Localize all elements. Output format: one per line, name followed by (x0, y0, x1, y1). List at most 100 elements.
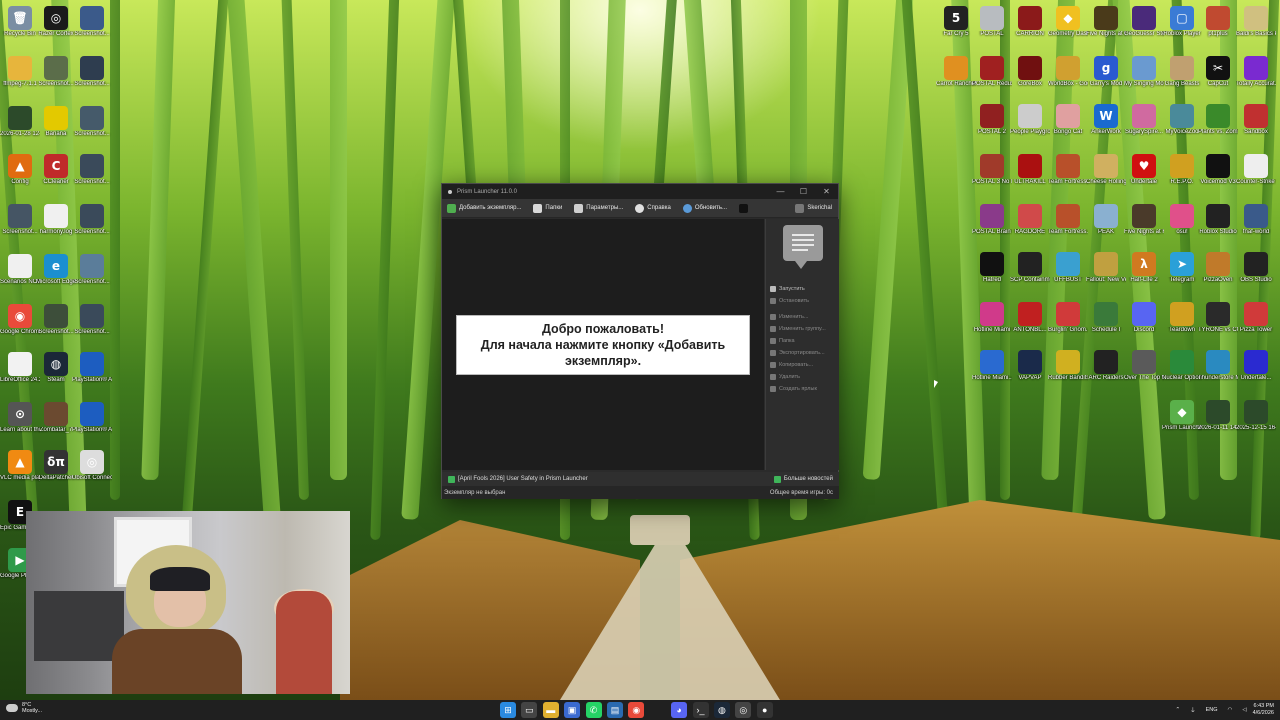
steam-icon[interactable]: ◍ (713, 702, 730, 718)
file-explorer-icon[interactable]: ▬ (542, 702, 559, 718)
desktop-icon[interactable]: ✂ CapCut (1198, 56, 1238, 88)
minimize-icon[interactable]: — (769, 187, 792, 196)
desktop-icon[interactable]: WorldBox - God Sim... (1048, 56, 1088, 88)
create-shortcut-button[interactable]: Создать ярлык (766, 383, 839, 395)
desktop-icon[interactable]: MyVoiceZoo (1162, 104, 1202, 136)
volume-icon[interactable]: ◁ (1242, 707, 1246, 713)
export-button[interactable]: Экспортировать... (766, 347, 839, 359)
desktop-icon[interactable]: 2026-01-28 12-31-07 (0, 106, 40, 138)
desktop-icon[interactable]: SCP Containme... (1010, 252, 1050, 284)
desktop-icon[interactable]: PlayStation® Accessories (72, 352, 112, 384)
desktop-icon[interactable]: 2025-12-15 16-27-40 (1236, 400, 1276, 432)
desktop-icon[interactable]: harmony.log (36, 204, 76, 236)
desktop-icon[interactable]: ➤ Telegram (1162, 252, 1202, 284)
desktop-icon[interactable]: SugarySpire... (1124, 104, 1164, 136)
desktop-icon[interactable]: POSTAL (972, 6, 1012, 38)
tray-overflow-icon[interactable]: ⌃ (1175, 707, 1180, 713)
discord-icon[interactable]: ◕ (671, 702, 688, 718)
desktop-icon[interactable]: Screenshot... (72, 6, 112, 38)
desktop-icon[interactable]: Totally Accurat... (1236, 56, 1276, 88)
stop-button[interactable]: Остановить (766, 295, 839, 307)
desktop-icon[interactable]: Discord (1124, 302, 1164, 334)
desktop-icon[interactable]: People Playground (1010, 104, 1050, 136)
desktop-icon[interactable]: Screenshot... (72, 56, 112, 88)
desktop-icon[interactable]: VAPVAP (1010, 350, 1050, 382)
desktop-icon[interactable]: Pizza Tower (1236, 302, 1276, 334)
desktop-icon[interactable]: Team Fortress 2 (1048, 154, 1088, 186)
terminal-icon[interactable]: ›_ (692, 702, 709, 718)
instances-area[interactable]: Добро пожаловать! Для начала нажмите кно… (442, 219, 764, 470)
desktop-icon[interactable]: W AnkerWork (1086, 104, 1126, 136)
desktop-icon[interactable]: ◆ Prism Launcher (1162, 400, 1202, 432)
desktop-icon[interactable]: Team Fortress... (1048, 204, 1088, 236)
desktop-icon[interactable]: 5 Far Cry 5 (936, 6, 976, 38)
desktop-icon[interactable]: ▢ Roblox Player (1162, 6, 1202, 38)
desktop-icon[interactable]: UFFBUST (1048, 252, 1088, 284)
desktop-icon[interactable]: 🗑 Recycle Bin (0, 6, 40, 38)
photos-icon[interactable]: ▤ (606, 702, 623, 718)
desktop-icon[interactable]: POSTAL Brain D... (972, 204, 1012, 236)
close-icon[interactable]: ✕ (815, 187, 838, 196)
news-item[interactable]: [April Fools 2026] User Safety in Prism … (448, 475, 588, 483)
desktop-icon[interactable]: ffmpeg-7.1.1 (0, 56, 40, 88)
desktop-icon[interactable]: Screenshot... (72, 204, 112, 236)
desktop-icon[interactable]: e Microsoft Edge (36, 254, 76, 286)
desktop-icon[interactable]: PEAK (1086, 204, 1126, 236)
desktop-icon[interactable]: Hotline Miami (972, 302, 1012, 334)
desktop-icon[interactable]: Over The Top WWI (1124, 350, 1164, 382)
desktop-icon[interactable]: δπ DeltaPatcher (36, 450, 76, 482)
desktop-icon[interactable]: fnaf-world (1236, 204, 1276, 236)
desktop-icon[interactable]: Baldi's Basics Plus (1236, 6, 1276, 38)
desktop-icon[interactable]: λ Half-Life 2 (1124, 252, 1164, 284)
desktop-icon[interactable]: Banana (36, 106, 76, 138)
folders-button[interactable]: Папки (533, 203, 562, 213)
desktop-icon[interactable]: Scenarios NOTEP... (0, 254, 40, 286)
desktop-icon[interactable]: Screenshot... (36, 56, 76, 88)
delete-button[interactable]: Удалить (766, 371, 839, 383)
microsoft-store-icon[interactable]: ▣ (564, 702, 581, 718)
desktop-icon[interactable]: TYRONE vs COPS (1198, 302, 1238, 334)
desktop-icon[interactable]: Schedule I (1086, 302, 1126, 334)
settings-button[interactable]: Параметры... (574, 203, 623, 213)
copy-button[interactable]: Копировать... (766, 359, 839, 371)
desktop-icon[interactable]: ▲ Config (0, 154, 40, 186)
desktop-icon[interactable]: Five Nights at Freddy's 3 (1086, 6, 1126, 38)
desktop-icon[interactable]: g Garry's Mod (1086, 56, 1126, 88)
desktop-icon[interactable]: R.E.P.O. (1162, 154, 1202, 186)
folder-button[interactable]: Папка (766, 335, 839, 347)
desktop-icon[interactable]: Thunderstore Mod Mana... (1198, 350, 1238, 382)
desktop-icon[interactable]: ◆ Geometry Dash (1048, 6, 1088, 38)
desktop-icon[interactable]: ARC Raiders (1086, 350, 1126, 382)
account-button[interactable]: Skerichal (795, 203, 832, 213)
desktop-icon[interactable]: Five Nights at Freddy's (1124, 204, 1164, 236)
desktop-icon[interactable]: Hatred (972, 252, 1012, 284)
desktop-icon[interactable]: LibreOffice 24.2 (0, 352, 40, 384)
whatsapp-icon[interactable]: ✆ (585, 702, 602, 718)
desktop-icon[interactable]: ♥ Undertale (1124, 154, 1164, 186)
clock[interactable]: 6:43 PM 4/6/2026 (1253, 703, 1274, 717)
desktop-icon[interactable]: Screenshot... (72, 154, 112, 186)
desktop-icon[interactable]: Roblox Studio (1198, 204, 1238, 236)
desktop-icon[interactable]: 2026-01-11 14-24-43 (1198, 400, 1238, 432)
desktop-icon[interactable]: Screenshot... (72, 106, 112, 138)
desktop-icon[interactable]: POSTAL Redux (972, 56, 1012, 88)
chrome-icon[interactable]: ◉ (628, 702, 645, 718)
launch-button[interactable]: Запустить (766, 283, 839, 295)
desktop-icon[interactable]: ◎ Razer Cortex (36, 6, 76, 38)
desktop-icon[interactable]: osu! (1162, 204, 1202, 236)
wifi-icon[interactable]: ◠ (1228, 707, 1233, 713)
desktop-icon[interactable]: pt1plus (1198, 6, 1238, 38)
desktop-icon[interactable]: Undertale... (1236, 350, 1276, 382)
desktop-icon[interactable]: Carrot Ranchers 2 (936, 56, 976, 88)
tray-app-icon[interactable]: ⏚ (1190, 706, 1196, 714)
desktop-icon[interactable]: ULTRAKILL (1010, 154, 1050, 186)
desktop-icon[interactable]: Teardown (1162, 302, 1202, 334)
desktop-icon[interactable]: My Singing Monsters (1124, 56, 1164, 88)
obs-icon[interactable]: ◎ (735, 702, 752, 718)
desktop-icon[interactable]: ⊙Learn about this picture (0, 402, 40, 434)
desktop-icon[interactable]: OBS Studio (1236, 252, 1276, 284)
desktop-icon[interactable]: ◎ Ubisoft Connect (72, 450, 112, 482)
desktop-icon[interactable]: Screenshot... (36, 304, 76, 336)
desktop-icon[interactable]: Gang Beasts (1162, 56, 1202, 88)
desktop-icon[interactable]: Screenshot... (72, 304, 112, 336)
